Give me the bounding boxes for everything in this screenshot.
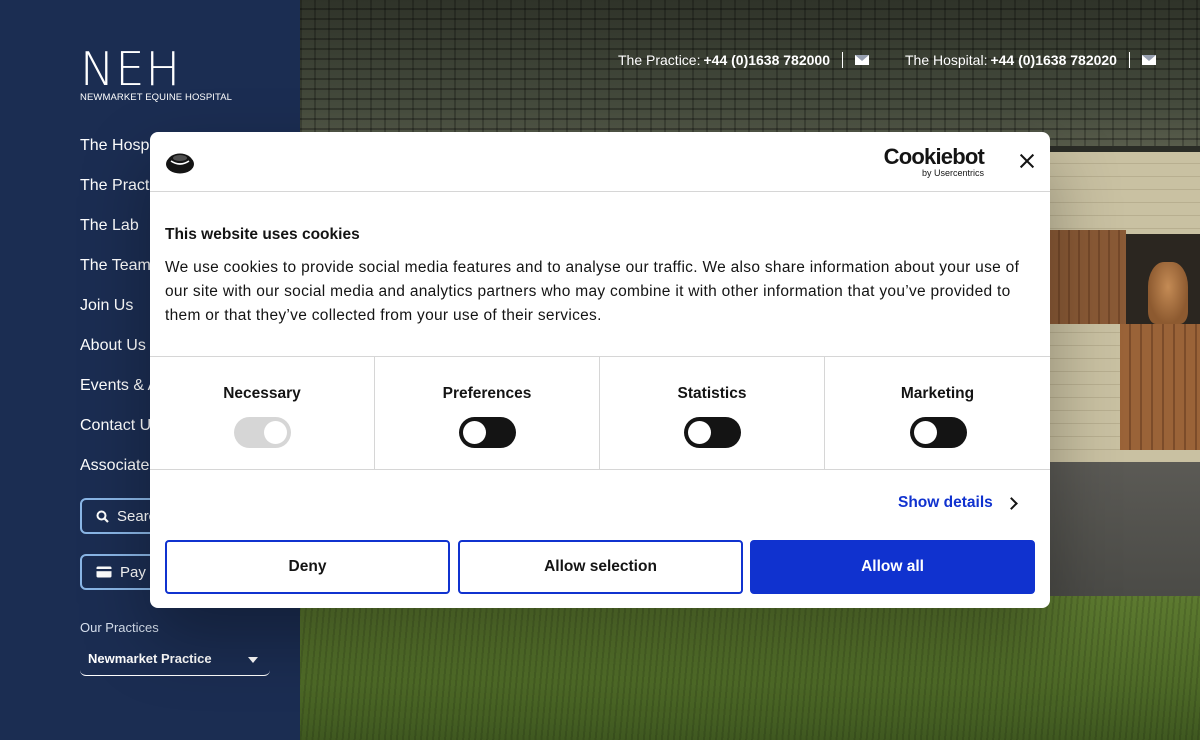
deny-button[interactable]: Deny: [165, 540, 450, 594]
nav-item[interactable]: The Team: [80, 256, 158, 296]
category-preferences: Preferences: [375, 357, 600, 469]
nav-item[interactable]: The Lab: [80, 216, 158, 256]
consent-categories: Necessary Preferences Statistics Marketi…: [150, 356, 1050, 470]
caret-down-icon: [248, 657, 258, 663]
logo-subtitle: NEWMARKET EQUINE HOSPITAL: [80, 92, 233, 103]
category-label: Marketing: [900, 385, 975, 402]
preferences-toggle[interactable]: [459, 417, 516, 448]
allow-all-button[interactable]: Allow all: [750, 540, 1035, 594]
category-label: Preferences: [442, 385, 532, 402]
cookiebot-byline: by Usercentrics: [921, 168, 984, 178]
neh-logo[interactable]: NEH NEWMARKET EQUINE HOSPITAL: [80, 42, 233, 103]
main-nav: The Hospi The Practi The Lab The Team Jo…: [80, 136, 158, 496]
marketing-toggle[interactable]: [909, 417, 967, 448]
stable-door-lower: [1120, 324, 1200, 450]
close-icon[interactable]: [1016, 150, 1038, 172]
logo-mark: NEH: [80, 42, 182, 96]
category-label: Necessary: [223, 385, 301, 402]
horse-head: [1148, 262, 1188, 324]
nav-item[interactable]: Events & A: [80, 376, 158, 416]
statistics-toggle[interactable]: [684, 417, 741, 448]
category-label: Statistics: [677, 385, 747, 402]
dialog-body: We use cookies to provide social media f…: [165, 259, 1020, 324]
practice-label: The Practice:: [618, 52, 701, 68]
nav-item[interactable]: The Hospi: [80, 136, 158, 176]
contact-bar: The Practice: +44 (0)1638 782000 The Hos…: [618, 50, 1156, 70]
show-details-link[interactable]: Show details: [898, 494, 1018, 512]
credit-card-icon: [96, 566, 112, 578]
dialog-title: This website uses cookies: [165, 226, 360, 243]
practices-heading: Our Practices: [80, 620, 159, 635]
hospital-phone-link[interactable]: +44 (0)1638 782020: [990, 52, 1117, 68]
hospital-label: The Hospital:: [904, 52, 988, 68]
nav-item[interactable]: Associate: [80, 456, 158, 496]
practice-phone-link[interactable]: +44 (0)1638 782000: [703, 52, 830, 68]
cookie-consent-dialog: Cookiebot by Usercentrics This website u…: [150, 132, 1050, 608]
necessary-toggle: [234, 417, 291, 448]
show-details-label: Show details: [898, 494, 993, 511]
category-statistics: Statistics: [600, 357, 825, 469]
category-marketing: Marketing: [825, 357, 1050, 469]
cookiebot-brand[interactable]: Cookiebot by Usercentrics: [882, 144, 985, 179]
practice-dropdown[interactable]: Newmarket Practice: [80, 646, 270, 676]
divider: [1128, 52, 1130, 68]
nav-item[interactable]: About Us: [80, 336, 158, 376]
cookiebot-wordmark: Cookiebot: [883, 144, 985, 169]
cookiebot-logo-icon: [166, 153, 194, 174]
nav-item[interactable]: Join Us: [80, 296, 158, 336]
search-icon: [96, 510, 109, 523]
grass-field: [300, 596, 1200, 740]
allow-selection-button[interactable]: Allow selection: [458, 540, 743, 594]
envelope-icon[interactable]: [1141, 55, 1156, 65]
chevron-right-icon: [1004, 496, 1018, 510]
envelope-icon[interactable]: [854, 55, 869, 65]
stable-door-upper: [1050, 230, 1126, 324]
practice-dropdown-value: Newmarket Practice: [88, 651, 212, 666]
nav-item[interactable]: Contact U: [80, 416, 158, 456]
category-necessary: Necessary: [150, 357, 375, 469]
dialog-header: Cookiebot by Usercentrics: [150, 132, 1050, 192]
roof-tiles: [300, 0, 1200, 150]
divider: [841, 52, 843, 68]
nav-item[interactable]: The Practi: [80, 176, 158, 216]
